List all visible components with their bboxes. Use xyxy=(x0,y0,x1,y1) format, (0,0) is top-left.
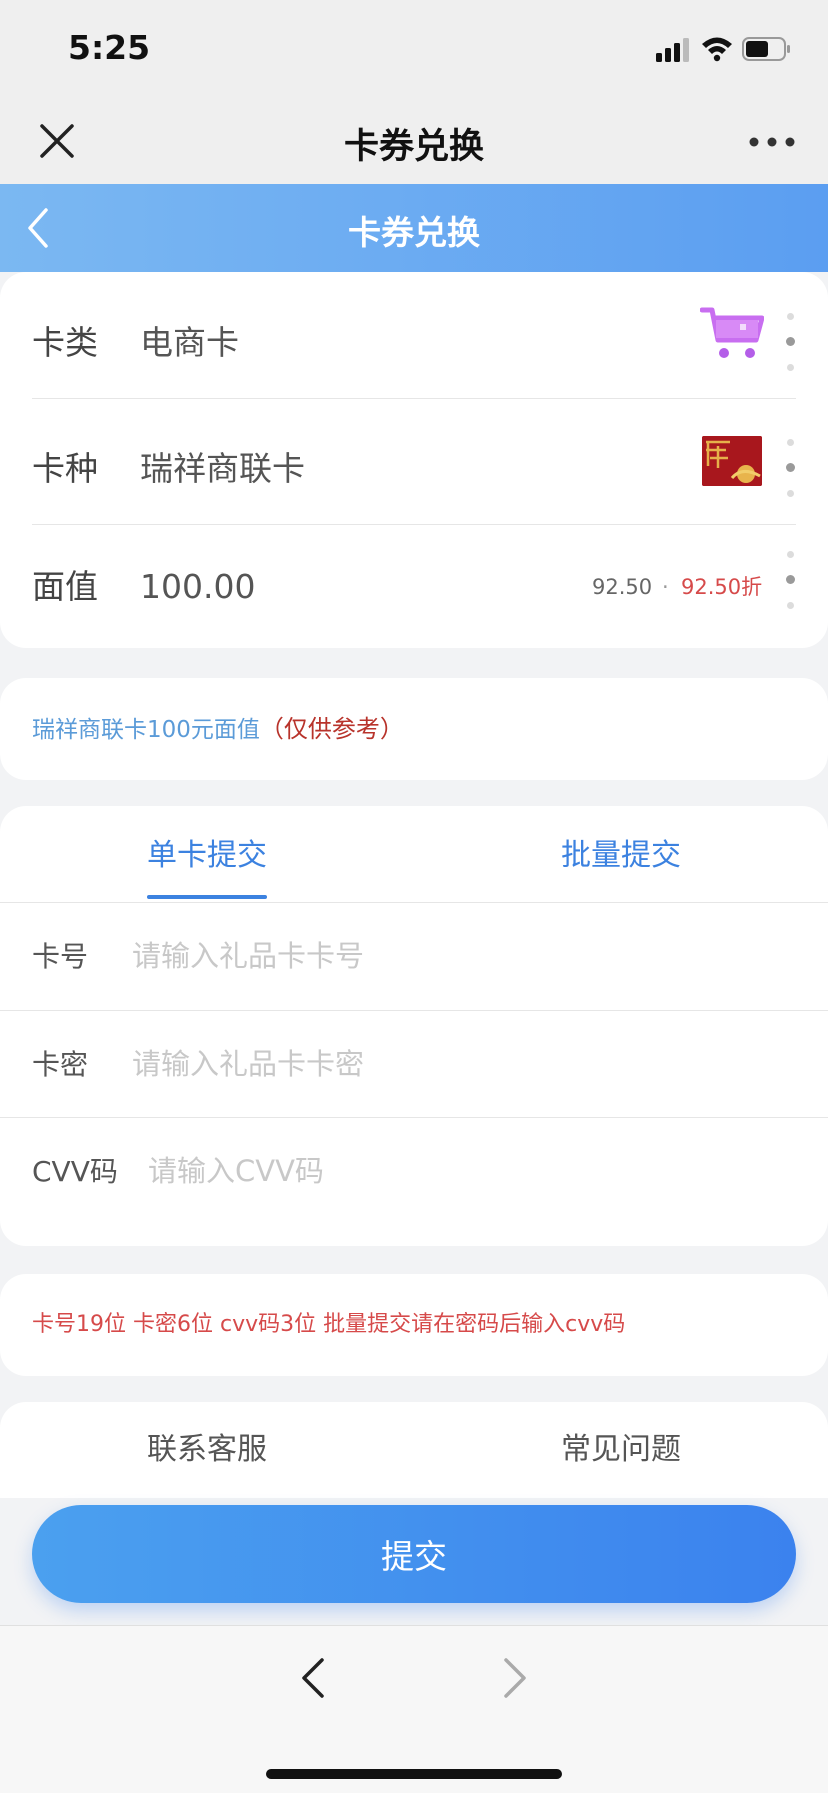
battery-icon xyxy=(742,37,790,61)
shopping-cart-icon xyxy=(700,307,764,358)
card-password-field: 卡密 xyxy=(0,1011,828,1118)
tab-single-card[interactable]: 单卡提交 xyxy=(87,806,327,906)
status-bar: 5:25 xyxy=(0,0,828,100)
cvv-label: CVV码 xyxy=(32,1155,118,1188)
selector-dots-icon xyxy=(784,551,796,611)
selector-dots-icon xyxy=(784,439,796,499)
card-thumbnail xyxy=(702,436,762,486)
notice-suffix: （仅供参考） xyxy=(259,715,404,743)
notice-panel: 瑞祥商联卡100元面值（仅供参考） xyxy=(0,678,828,780)
status-time: 5:25 xyxy=(68,28,151,67)
notice-main: 瑞祥商联卡100元面值 xyxy=(32,717,260,743)
card-kind-value: 瑞祥商联卡 xyxy=(140,449,305,488)
card-type-row[interactable]: 卡类 电商卡 xyxy=(32,280,796,406)
divider xyxy=(32,398,796,399)
rate-separator: · xyxy=(662,575,669,599)
cellular-signal-icon xyxy=(656,38,689,62)
card-kind-label: 卡种 xyxy=(32,449,98,488)
rate-discount: 92.50折 xyxy=(681,575,763,599)
cvv-input[interactable] xyxy=(148,1146,708,1196)
nav-title: 卡券兑换 xyxy=(343,127,484,167)
tab-batch-submit[interactable]: 批量提交 xyxy=(501,806,741,906)
more-icon[interactable] xyxy=(748,136,796,148)
card-number-field: 卡号 xyxy=(0,903,828,1010)
face-value-row[interactable]: 面值 100.00 92.50 · 92.50折 xyxy=(32,524,796,650)
forward-arrow-icon[interactable] xyxy=(500,1656,530,1700)
card-number-input[interactable] xyxy=(132,931,692,981)
mini-program-nav-bar: 卡券兑换 xyxy=(0,100,828,184)
cvv-field: CVV码 xyxy=(0,1118,828,1225)
wifi-icon xyxy=(702,37,732,62)
face-value-label: 面值 xyxy=(32,567,98,606)
active-tab-indicator xyxy=(147,895,267,899)
home-indicator xyxy=(266,1769,562,1779)
card-type-label: 卡类 xyxy=(32,323,98,362)
card-number-label: 卡号 xyxy=(32,940,89,973)
card-kind-row[interactable]: 卡种 瑞祥商联卡 xyxy=(32,406,796,532)
contact-service-link[interactable]: 联系客服 xyxy=(87,1402,327,1498)
face-value: 100.00 xyxy=(140,567,256,606)
card-password-label: 卡密 xyxy=(32,1048,89,1081)
page-header: 卡券兑换 xyxy=(0,184,828,272)
card-type-value: 电商卡 xyxy=(140,323,239,362)
back-arrow-icon[interactable] xyxy=(298,1656,328,1700)
rate-value: 92.50 xyxy=(592,575,653,599)
faq-link[interactable]: 常见问题 xyxy=(501,1402,741,1498)
notice-text: 瑞祥商联卡100元面值（仅供参考） xyxy=(32,678,404,781)
submit-button[interactable]: 提交 xyxy=(32,1505,796,1603)
hint-panel: 卡号19位 卡密6位 cvv码3位 批量提交请在密码后输入cvv码 xyxy=(0,1274,828,1376)
selector-dots-icon xyxy=(784,313,796,373)
card-password-input[interactable] xyxy=(132,1039,692,1089)
help-links-panel: 联系客服 常见问题 xyxy=(0,1402,828,1498)
submit-form-panel: 单卡提交 批量提交 卡号 卡密 CVV码 xyxy=(0,806,828,1246)
input-format-hint: 卡号19位 卡密6位 cvv码3位 批量提交请在密码后输入cvv码 xyxy=(32,1312,626,1337)
page-title: 卡券兑换 xyxy=(348,213,480,252)
bottom-nav-bar xyxy=(0,1625,828,1793)
